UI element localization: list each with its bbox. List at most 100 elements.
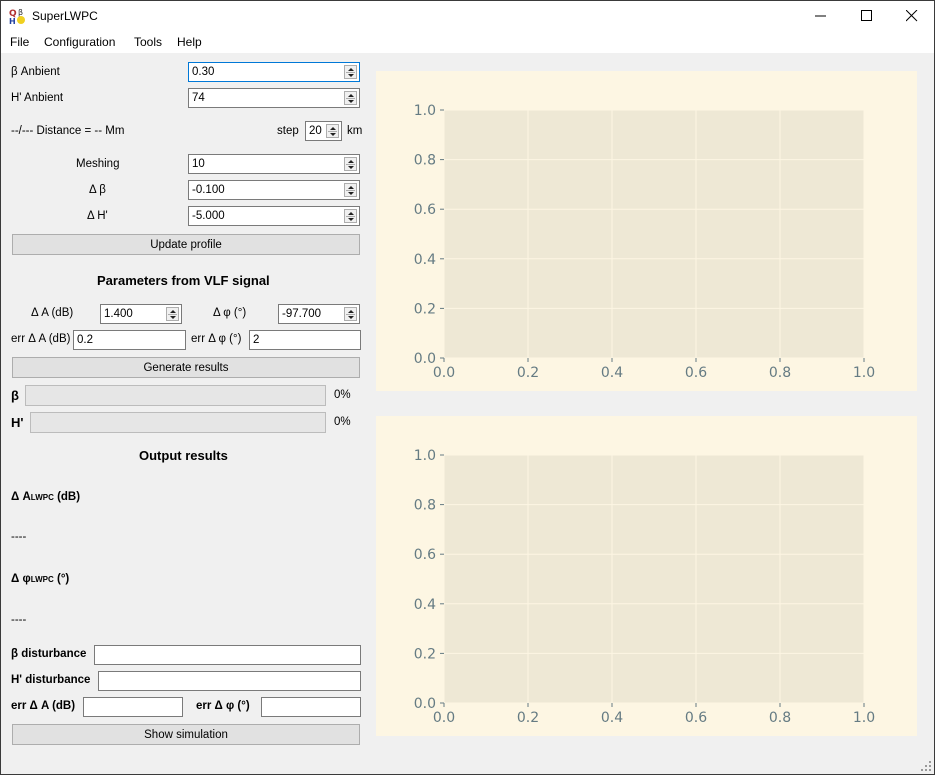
app-icon: Q β H [9, 8, 25, 25]
out-err-delta-phi-input[interactable] [261, 697, 361, 717]
bottom-plot: 0.0 0.2 0.4 0.6 0.8 1.0 0.0 0.2 0.4 0.6 0.8 1.0 [414, 448, 875, 726]
y-tick-label: 0.8 [414, 498, 436, 514]
delta-beta-spinbox[interactable]: -0.100 [188, 180, 360, 200]
menu-tools[interactable]: Tools [134, 35, 162, 49]
bottom-plot-figure: 0.0 0.2 0.4 0.6 0.8 1.0 0.0 0.2 0.4 0.6 0.8 1.0 [376, 416, 917, 736]
delta-beta-value: -0.100 [192, 184, 225, 196]
delta-a-lwpc-main: Δ A [11, 491, 31, 503]
err-delta-phi-input[interactable]: 2 [249, 330, 361, 350]
x-tick-label: 0.0 [433, 365, 455, 381]
delta-phi-lwpc-unit: (°) [53, 573, 70, 585]
spin-arrows[interactable] [166, 307, 179, 321]
show-simulation-button[interactable]: Show simulation [12, 724, 360, 745]
beta-progress-bar [25, 385, 326, 406]
close-icon [906, 10, 918, 22]
delta-phi-label: Δ φ (°) [213, 307, 247, 319]
delta-a-lwpc-sub: LWPC [30, 493, 54, 502]
y-tick-label: 0.2 [414, 646, 436, 662]
svg-text:H: H [9, 17, 16, 25]
delta-phi-lwpc-main: Δ φ [11, 573, 31, 585]
main-window: Q β H SuperLWPC File Configuration Tools… [0, 0, 935, 775]
out-err-delta-a-input[interactable] [83, 697, 183, 717]
spin-arrows[interactable] [326, 124, 339, 138]
spin-arrows[interactable] [344, 157, 357, 171]
x-tick-label: 0.8 [769, 710, 791, 726]
distance-text: --/--- Distance = -- Mm [11, 125, 125, 137]
x-tick-label: 0.6 [685, 365, 707, 381]
hprime-ambient-spinbox[interactable]: 74 [188, 88, 360, 108]
meshing-value: 10 [192, 158, 205, 170]
hprime-disturbance-label: H' disturbance [11, 674, 91, 686]
x-tick-label: 1.0 [853, 710, 875, 726]
step-unit: km [347, 125, 363, 137]
y-tick-label: 0.6 [414, 202, 436, 218]
delta-a-label: Δ A (dB) [31, 307, 74, 319]
delta-a-value: 1.400 [104, 308, 133, 320]
delta-a-spinbox[interactable]: 1.400 [100, 304, 182, 324]
close-button[interactable] [889, 1, 935, 31]
menu-bar: File Configuration Tools Help [1, 31, 934, 53]
spin-arrows[interactable] [344, 65, 357, 79]
delta-hprime-spinbox[interactable]: -5.000 [188, 206, 360, 226]
output-heading: Output results [139, 448, 228, 463]
beta-ambient-value: 0.30 [192, 66, 215, 78]
hprime-ambient-label: H' Anbient [11, 92, 64, 104]
delta-hprime-value: -5.000 [192, 210, 225, 222]
hprime-progress-label: H' [11, 415, 24, 430]
spin-arrows[interactable] [344, 183, 357, 197]
window-title: SuperLWPC [32, 9, 98, 23]
menu-file[interactable]: File [10, 35, 29, 49]
y-tick-label: 0.6 [414, 547, 436, 563]
plot-area [444, 110, 864, 358]
plot-area [444, 455, 864, 703]
hprime-progress-text: 0% [334, 416, 351, 428]
beta-ambient-spinbox[interactable]: 0.30 [188, 62, 360, 82]
hprime-ambient-value: 74 [192, 92, 205, 104]
maximize-button[interactable] [844, 1, 890, 31]
spin-arrows[interactable] [344, 91, 357, 105]
delta-a-lwpc-value: ---- [11, 531, 27, 543]
hprime-disturbance-input[interactable] [98, 671, 361, 691]
beta-progress-label: β [11, 388, 19, 403]
minimize-icon [815, 15, 826, 17]
resize-grip-icon[interactable] [921, 761, 931, 771]
beta-disturbance-input[interactable] [94, 645, 361, 665]
err-delta-phi-label: err Δ φ (°) [191, 333, 242, 345]
delta-beta-label: Δ β [89, 184, 106, 196]
minimize-button[interactable] [798, 1, 844, 31]
y-tick-label: 0.4 [414, 252, 436, 268]
x-tick-label: 0.8 [769, 365, 791, 381]
vlf-heading: Parameters from VLF signal [97, 273, 270, 288]
menu-help[interactable]: Help [177, 35, 202, 49]
err-delta-phi-value: 2 [253, 334, 260, 346]
step-value: 20 [309, 125, 322, 137]
spin-arrows[interactable] [344, 307, 357, 321]
step-spinbox[interactable]: 20 [305, 121, 342, 141]
top-plot-figure: 0.0 0.2 0.4 0.6 0.8 1.0 0.0 0.2 0.4 0.6 0.8 1.0 [376, 71, 917, 391]
meshing-spinbox[interactable]: 10 [188, 154, 360, 174]
beta-progress-text: 0% [334, 389, 351, 401]
delta-a-lwpc-unit: (dB) [53, 491, 81, 503]
menu-configuration[interactable]: Configuration [44, 35, 115, 49]
y-tick-label: 1.0 [414, 448, 436, 464]
hprime-progress-bar [30, 412, 326, 433]
beta-ambient-label: β Anbient [11, 66, 60, 78]
err-delta-a-label: err Δ A (dB) [11, 333, 71, 345]
beta-disturbance-label: β disturbance [11, 648, 87, 660]
delta-phi-lwpc-label: Δ φLWPC (°) [11, 573, 69, 585]
spin-arrows[interactable] [344, 209, 357, 223]
delta-phi-spinbox[interactable]: -97.700 [278, 304, 360, 324]
step-label: step [277, 125, 299, 137]
err-delta-a-input[interactable]: 0.2 [73, 330, 186, 350]
delta-phi-lwpc-value: ---- [11, 614, 27, 626]
x-tick-label: 0.6 [685, 710, 707, 726]
x-tick-label: 0.4 [601, 365, 623, 381]
generate-results-button[interactable]: Generate results [12, 357, 360, 378]
title-bar: Q β H SuperLWPC [1, 1, 934, 31]
svg-text:β: β [18, 8, 23, 17]
delta-phi-value: -97.700 [282, 308, 322, 320]
y-tick-label: 0.4 [414, 597, 436, 613]
x-tick-label: 0.4 [601, 710, 623, 726]
update-profile-button[interactable]: Update profile [12, 234, 360, 255]
top-plot: 0.0 0.2 0.4 0.6 0.8 1.0 0.0 0.2 0.4 0.6 0.8 1.0 [414, 103, 875, 381]
